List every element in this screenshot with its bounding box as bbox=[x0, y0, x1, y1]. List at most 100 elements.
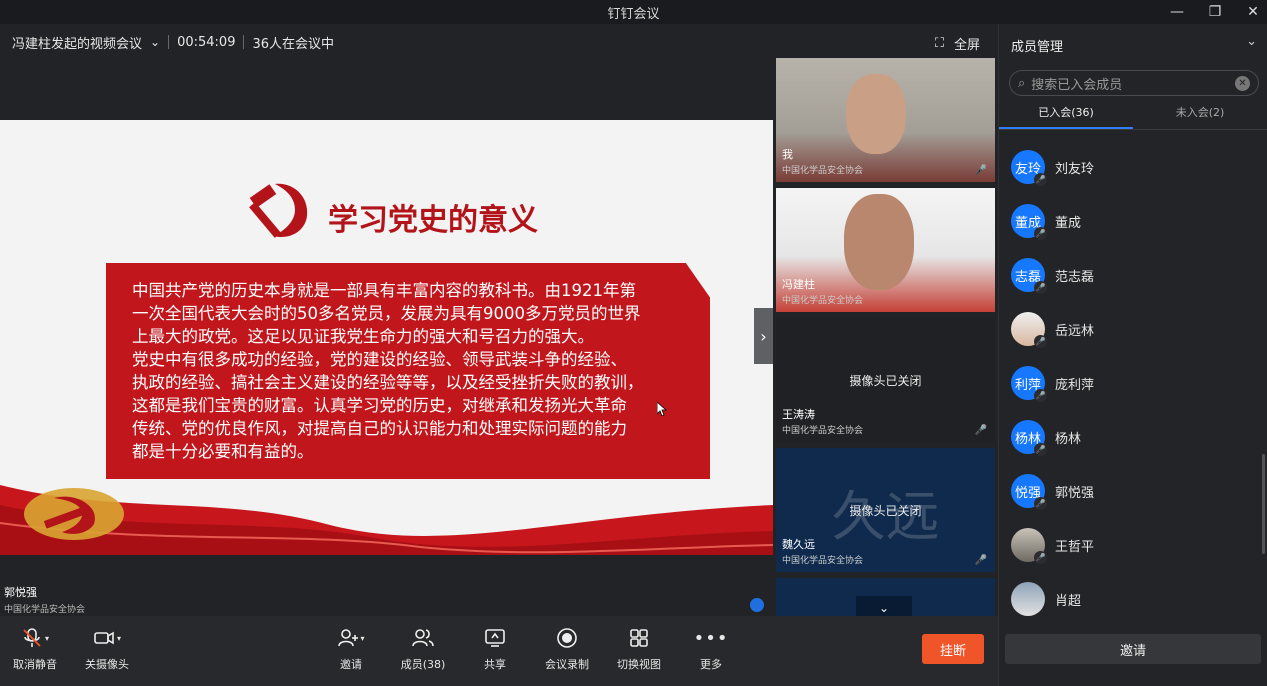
tile-name: 王涛涛 bbox=[782, 408, 815, 421]
tile-name: 魏久远 bbox=[782, 538, 815, 551]
tab-not-joined[interactable]: 未入会(2) bbox=[1133, 104, 1267, 129]
camera-off-button[interactable]: ▾ 关摄像头 bbox=[84, 626, 130, 672]
camera-off-label: 关摄像头 bbox=[85, 658, 129, 671]
panel-title: 成员管理 bbox=[1011, 40, 1064, 55]
member-search-input[interactable]: ⌕ 搜索已入会成员 ✕ bbox=[1009, 70, 1259, 96]
unmute-button[interactable]: ▾ 取消静音 bbox=[12, 626, 58, 672]
members-icon bbox=[400, 626, 446, 650]
tab-joined[interactable]: 已入会(36) bbox=[999, 104, 1133, 129]
avatar: 悦强 🎤 bbox=[1011, 474, 1047, 510]
mic-muted-icon: ▾ bbox=[12, 626, 58, 650]
tile-org: 中国化学品安全协会 bbox=[782, 166, 864, 176]
members-button[interactable]: 成员(38) bbox=[400, 626, 446, 672]
close-icon[interactable]: ✕ bbox=[1245, 4, 1261, 20]
member-item[interactable]: 杨林 🎤 杨林 bbox=[1011, 420, 1082, 456]
member-item[interactable]: 悦强 🎤 郭悦强 bbox=[1011, 474, 1095, 510]
record-label: 会议录制 bbox=[545, 658, 589, 671]
window-controls: — ❐ ✕ bbox=[1169, 0, 1261, 24]
active-speaker-name: 郭悦强 bbox=[4, 586, 37, 599]
meeting-main: 冯建柱发起的视频会议 ⌄ 00:54:09 36人在会议中 ⛶ 全屏 学习党史的… bbox=[0, 24, 998, 620]
mic-muted-icon: 🎤 bbox=[1034, 497, 1047, 510]
avatar: 🎤 bbox=[1011, 528, 1047, 564]
member-name: 岳远林 bbox=[1055, 323, 1095, 339]
shared-screen: 学习党史的意义 中国共产党的历史本身就是一部具有丰富内容的教科书。由1921年第… bbox=[0, 120, 773, 555]
more-dots-icon: ••• bbox=[693, 627, 729, 649]
meeting-elapsed: 00:54:09 bbox=[177, 34, 236, 50]
search-placeholder: 搜索已入会成员 bbox=[1031, 77, 1123, 93]
clear-search-icon[interactable]: ✕ bbox=[1235, 76, 1250, 91]
divider bbox=[168, 35, 170, 49]
slide-line: 上最大的政党。这足以见证我党生命力的强大和号召力的强大。 bbox=[132, 327, 594, 346]
video-tile[interactable]: 我 中国化学品安全协会 🎤 bbox=[776, 58, 995, 182]
minimize-icon[interactable]: — bbox=[1169, 4, 1185, 20]
fullscreen-button[interactable]: ⛶ 全屏 bbox=[935, 34, 980, 53]
tile-org: 中国化学品安全协会 bbox=[782, 426, 864, 436]
slide-content-box: 中国共产党的历史本身就是一部具有丰富内容的教科书。由1921年第 一次全国代表大… bbox=[106, 263, 710, 479]
search-icon: ⌕ bbox=[1018, 75, 1026, 91]
member-item[interactable]: 🎤 岳远林 bbox=[1011, 312, 1095, 348]
window-title: 钉钉会议 bbox=[607, 6, 660, 22]
mic-muted-icon: 🎤 bbox=[1034, 281, 1047, 294]
mouse-cursor-icon bbox=[657, 402, 667, 416]
member-item[interactable]: 友玲 🎤 刘友玲 bbox=[1011, 150, 1094, 186]
participant-video bbox=[846, 74, 906, 154]
slide-title: 学习党史的意义 bbox=[328, 203, 538, 238]
panel-scrollbar[interactable] bbox=[1262, 454, 1265, 554]
panel-invite-button[interactable]: 邀请 bbox=[1005, 634, 1261, 664]
member-item[interactable]: 董成 🎤 董成 bbox=[1011, 204, 1081, 240]
invite-button[interactable]: ▾ 邀请 bbox=[336, 626, 366, 672]
more-button[interactable]: ••• 更多 bbox=[693, 626, 729, 672]
grid-view-icon bbox=[616, 626, 662, 650]
avatar: 友玲 🎤 bbox=[1011, 150, 1047, 186]
member-name: 杨林 bbox=[1055, 431, 1082, 447]
member-tabs: 已入会(36) 未入会(2) bbox=[999, 104, 1267, 130]
record-button[interactable]: 会议录制 bbox=[544, 626, 590, 672]
member-name: 郭悦强 bbox=[1055, 485, 1095, 501]
add-person-icon: ▾ bbox=[336, 626, 366, 650]
expand-tiles-button[interactable]: › bbox=[754, 308, 773, 364]
slide-line: 中国共产党的历史本身就是一部具有丰富内容的教科书。由1921年第 bbox=[132, 281, 636, 300]
avatar: 志磊 🎤 bbox=[1011, 258, 1047, 294]
hammer-sickle-icon bbox=[249, 183, 308, 238]
mic-muted-icon: 🎤 bbox=[1034, 335, 1047, 348]
restore-icon[interactable]: ❐ bbox=[1207, 4, 1223, 20]
chevron-down-icon[interactable]: ⌄ bbox=[1246, 34, 1257, 49]
mic-muted-icon: 🎤 bbox=[1034, 551, 1047, 564]
video-tile[interactable]: 摄像头已关闭 王涛涛 中国化学品安全协会 🎤 bbox=[776, 318, 995, 442]
share-label: 共享 bbox=[484, 658, 506, 671]
fullscreen-icon: ⛶ bbox=[934, 36, 944, 51]
invite-label: 邀请 bbox=[340, 658, 362, 671]
member-item[interactable]: 🎤 王哲平 bbox=[1011, 528, 1095, 564]
video-tile[interactable]: 冯建柱 中国化学品安全协会 bbox=[776, 188, 995, 312]
chat-icon[interactable] bbox=[750, 598, 764, 612]
slide-line: 一次全国代表大会时的50多名党员，发展为具有9000多万党员的世界 bbox=[132, 304, 641, 323]
divider bbox=[243, 35, 245, 49]
tile-name: 冯建柱 bbox=[782, 278, 815, 291]
active-speaker-org: 中国化学品安全协会 bbox=[4, 605, 86, 615]
share-button[interactable]: 共享 bbox=[481, 626, 509, 672]
member-item[interactable]: 肖超 bbox=[1011, 582, 1081, 616]
mic-muted-icon: 🎤 bbox=[1034, 389, 1047, 402]
member-name: 庞利萍 bbox=[1055, 377, 1095, 393]
mic-muted-icon: 🎤 bbox=[1034, 173, 1047, 186]
chevron-down-icon: ⌄ bbox=[878, 601, 890, 615]
unmute-label: 取消静音 bbox=[13, 658, 57, 671]
member-item[interactable]: 志磊 🎤 范志磊 bbox=[1011, 258, 1094, 294]
member-name: 王哲平 bbox=[1055, 539, 1095, 555]
share-screen-icon bbox=[481, 626, 509, 650]
tile-name: 我 bbox=[782, 148, 793, 161]
avatar bbox=[1011, 582, 1045, 616]
video-tile[interactable]: 久远 摄像头已关闭 魏久远 中国化学品安全协会 🎤 bbox=[776, 448, 995, 572]
switch-view-button[interactable]: 切换视图 bbox=[616, 626, 662, 672]
mic-icon: 🎤 bbox=[974, 555, 987, 566]
meeting-name[interactable]: 冯建柱发起的视频会议 bbox=[12, 33, 142, 52]
meeting-participants: 36人在会议中 bbox=[252, 36, 335, 52]
slide-line: 这都是我们宝贵的财富。认真学习党的历史，对继承和发扬光大革命 bbox=[132, 396, 627, 415]
hangup-button[interactable]: 挂断 bbox=[922, 634, 984, 664]
avatar: 🎤 bbox=[1011, 312, 1047, 348]
camera-off-status: 摄像头已关闭 bbox=[849, 504, 922, 518]
chevron-down-icon[interactable]: ⌄ bbox=[150, 35, 160, 49]
member-item[interactable]: 利萍 🎤 庞利萍 bbox=[1011, 366, 1095, 402]
camera-icon: ▾ bbox=[84, 626, 130, 650]
slide-line: 都是十分必要和有益的。 bbox=[132, 442, 314, 461]
